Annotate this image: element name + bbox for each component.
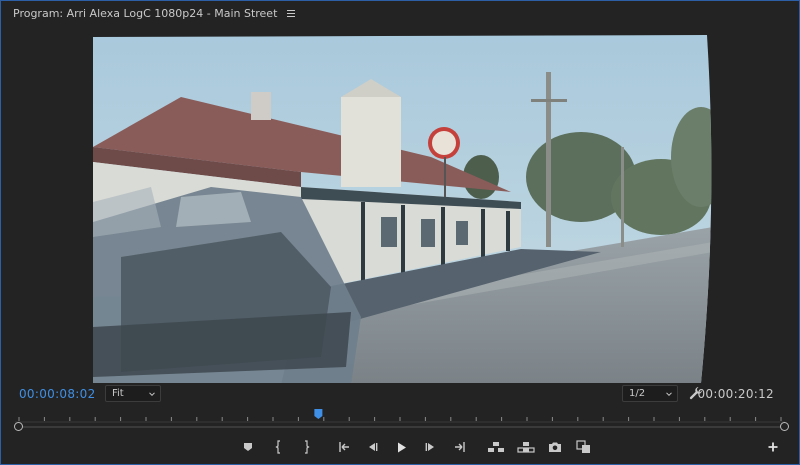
overwrite-button[interactable] (515, 437, 537, 457)
zoom-level-value: Fit (112, 388, 124, 399)
playhead-marker[interactable] (314, 409, 323, 419)
overwrite-icon (517, 442, 535, 453)
current-timecode[interactable]: 00:00:08:02 (19, 387, 96, 401)
hamburger-icon[interactable] (287, 9, 296, 17)
mark-out-icon (305, 440, 310, 454)
comparison-view-button[interactable] (573, 437, 595, 457)
play-icon (397, 442, 406, 452)
video-frame (93, 35, 712, 383)
insert-icon (488, 442, 504, 452)
transport-controls (1, 437, 799, 457)
zoom-bar-right-handle[interactable] (780, 422, 789, 431)
step-back-button[interactable] (361, 437, 383, 457)
panel-title-bar: Program: Arri Alexa LogC 1080p24 - Main … (1, 1, 799, 25)
playback-resolution-dropdown[interactable]: 1/2 (622, 385, 678, 402)
zoom-level-dropdown[interactable]: Fit (105, 385, 161, 402)
comparison-view-icon (576, 440, 590, 453)
export-frame-icon (549, 442, 561, 452)
mark-in-icon (275, 440, 280, 454)
playback-resolution-value: 1/2 (629, 388, 646, 399)
insert-button[interactable] (485, 437, 507, 457)
time-ruler[interactable] (15, 405, 785, 423)
ruler-ticks (15, 417, 785, 423)
add-marker-icon (244, 443, 252, 451)
step-forward-button[interactable] (420, 437, 442, 457)
go-to-out-button[interactable] (449, 437, 471, 457)
mark-in-button[interactable] (268, 437, 290, 457)
panel-title: Program: Arri Alexa LogC 1080p24 - Main … (13, 6, 278, 20)
button-editor-icon (768, 442, 778, 452)
duration-timecode: 00:00:20:12 (697, 387, 774, 401)
program-monitor: Program: Arri Alexa LogC 1080p24 - Main … (0, 0, 800, 465)
add-marker-button[interactable] (237, 437, 259, 457)
play-button[interactable] (390, 437, 412, 457)
step-back-icon (369, 443, 378, 451)
mark-out-button[interactable] (295, 437, 317, 457)
export-frame-button[interactable] (544, 437, 566, 457)
go-to-in-icon (339, 442, 349, 452)
video-viewer[interactable] (1, 27, 799, 385)
chevron-down-icon (149, 391, 155, 396)
chevron-down-icon (666, 391, 672, 396)
zoom-scroll-bar[interactable] (19, 426, 783, 428)
go-to-out-icon (455, 442, 465, 452)
button-editor-button[interactable] (762, 437, 784, 457)
step-forward-icon (425, 443, 434, 451)
go-to-in-button[interactable] (333, 437, 355, 457)
zoom-bar-left-handle[interactable] (14, 422, 23, 431)
